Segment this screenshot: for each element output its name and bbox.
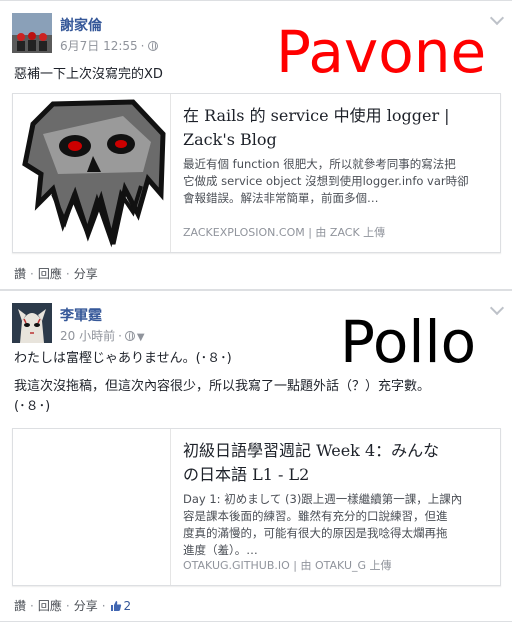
link-thumbnail[interactable]	[13, 94, 171, 252]
caret-down-icon[interactable]: ▼	[137, 332, 145, 343]
like-link[interactable]: 讚	[14, 267, 26, 281]
post-time[interactable]: 6月7日 12:55	[60, 39, 138, 53]
card-description: 最近有個 function 很肥大，所以就參考同事的寫法把 它做成 servic…	[183, 156, 490, 207]
card-title-line: 初級日語學習週記 Week 4：みんな	[183, 441, 440, 460]
share-link[interactable]: 分享	[74, 267, 98, 281]
card-source: OTAKUG.GITHUB.IO | 由 OTAKU_G 上傳	[183, 559, 392, 572]
card-title-line: 在 Rails 的 service 中使用 logger |	[183, 106, 450, 125]
thumbs-up-icon	[110, 601, 121, 611]
post-meta: 20 小時前 · ▼	[60, 329, 145, 343]
card-desc-line: 會報錯誤。解法非常簡單，前面多個…	[183, 191, 379, 205]
post-actions: 讚 · 回應 · 分享	[14, 267, 98, 281]
card-title-line: の日本語 L1 - L2	[183, 465, 310, 484]
author-name[interactable]: 謝家倫	[60, 15, 102, 35]
post-2: 李軍霆 20 小時前 · ▼ Pollo わたしは富樫じゃありません。(･８･) 我…	[0, 290, 512, 622]
comment-link[interactable]: 回應	[38, 267, 62, 281]
share-link[interactable]: 分享	[74, 599, 98, 613]
avatar[interactable]	[12, 13, 52, 53]
card-desc-line: 容是課本後面的練習。雖然有充分的口說練習，但進	[183, 509, 448, 523]
post-time[interactable]: 20 小時前	[60, 329, 115, 343]
card-body: 初級日語學習週記 Week 4：みんな の日本語 L1 - L2 Day 1: …	[183, 439, 490, 559]
card-desc-line: 度真的滿慢的，可能有很大的原因是我唸得太爛再拖	[183, 526, 448, 540]
post-message-line: わたしは富樫じゃありません。(･８･)	[14, 351, 232, 366]
link-thumbnail[interactable]	[13, 429, 171, 585]
post-1: 謝家倫 6月7日 12:55 · Pavone 惡補一下上次沒寫完的XD 在 Ra…	[0, 0, 512, 290]
post-message-line: (･８･)	[14, 399, 51, 414]
overlay-label: Pollo	[340, 308, 477, 376]
card-source: ZACKEXPLOSION.COM | 由 ZACK 上傳	[183, 226, 386, 239]
author-name[interactable]: 李軍霆	[60, 305, 102, 325]
chevron-down-icon[interactable]	[489, 300, 505, 316]
card-desc-line: Day 1: 初めまして (3)跟上週一樣繼續第一課，上課內	[183, 492, 463, 506]
comment-link[interactable]: 回應	[38, 599, 62, 613]
post-actions: 讚 · 回應 · 分享 · 2	[14, 599, 132, 613]
card-title[interactable]: 初級日語學習週記 Week 4：みんな の日本語 L1 - L2	[183, 439, 490, 487]
post-meta: 6月7日 12:55 ·	[60, 37, 158, 54]
link-card[interactable]: 在 Rails 的 service 中使用 logger | Zack's Bl…	[12, 93, 501, 253]
overlay-label: Pavone	[276, 18, 487, 86]
like-link[interactable]: 讚	[14, 599, 26, 613]
card-description: Day 1: 初めまして (3)跟上週一樣繼續第一課，上課內 容是課本後面的練習…	[183, 491, 490, 559]
like-count[interactable]: 2	[110, 599, 132, 613]
globe-icon[interactable]	[124, 331, 135, 341]
card-desc-line: 它做成 service object 沒想到使用logger.info var時…	[183, 174, 469, 188]
avatar[interactable]	[12, 303, 52, 343]
link-card[interactable]: 初級日語學習週記 Week 4：みんな の日本語 L1 - L2 Day 1: …	[12, 428, 501, 586]
card-body: 在 Rails 的 service 中使用 logger | Zack's Bl…	[183, 104, 490, 207]
like-count-value: 2	[123, 599, 132, 613]
post-message-line: 我這次沒拖稿，但這次內容很少，所以我寫了一點題外話（？）充字數。	[14, 379, 431, 394]
card-title-line: Zack's Blog	[183, 130, 277, 149]
card-title[interactable]: 在 Rails 的 service 中使用 logger | Zack's Bl…	[183, 104, 490, 152]
card-desc-line: 最近有個 function 很肥大，所以就參考同事的寫法把	[183, 157, 456, 171]
chevron-down-icon[interactable]	[489, 10, 505, 26]
post-message: 惡補一下上次沒寫完的XD	[14, 67, 163, 82]
globe-icon	[147, 41, 158, 51]
